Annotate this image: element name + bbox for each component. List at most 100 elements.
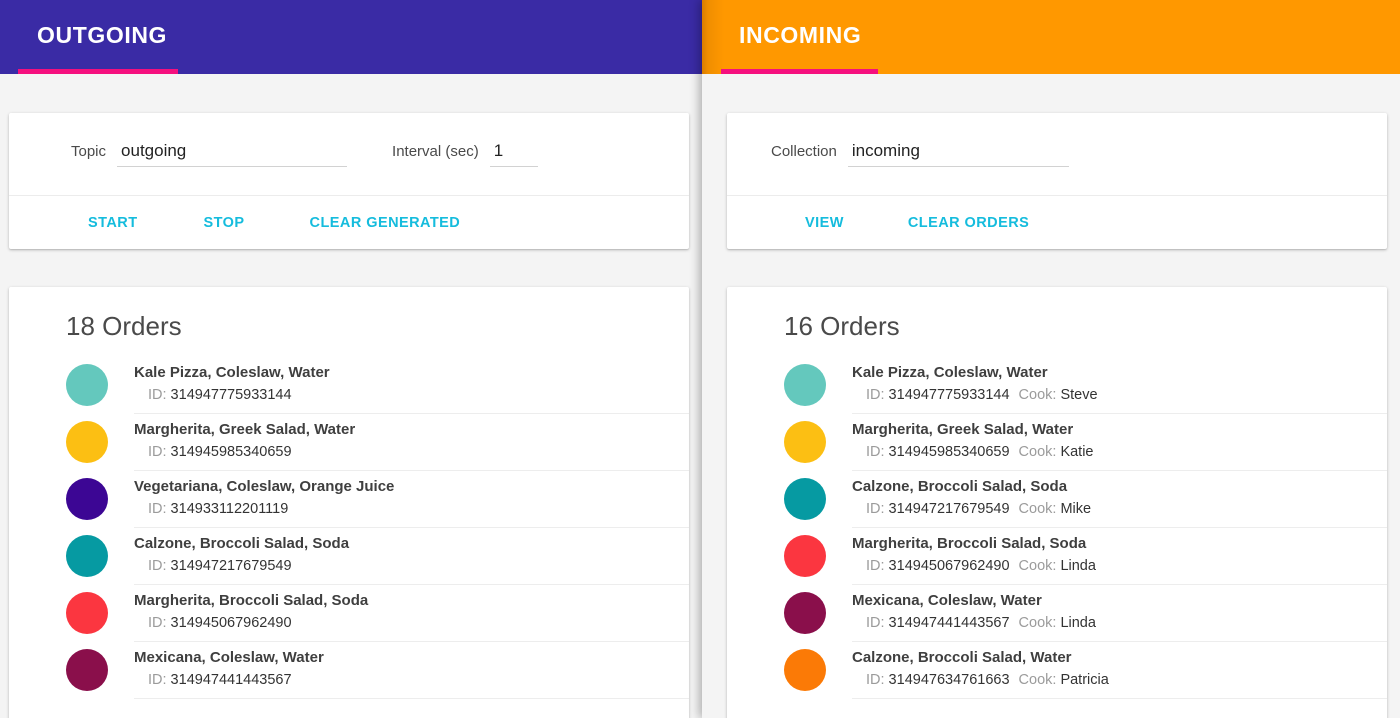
order-id-label: ID: xyxy=(148,501,167,518)
order-avatar-icon xyxy=(784,364,826,407)
order-meta: ID: 314947441443567 Cook: Linda xyxy=(852,614,1359,634)
incoming-config-card: Collection incoming VIEW CLEAR ORDERS xyxy=(727,113,1387,249)
order-text: Kale Pizza, Coleslaw, Water ID: 314947775… xyxy=(852,357,1387,414)
outgoing-config-card: Topic outgoing Interval (sec) 1 START ST… xyxy=(9,113,689,249)
incoming-toolbar: INCOMING xyxy=(702,0,1400,74)
order-row[interactable]: Vegetariana, Coleslaw, Orange Juice ID: 3… xyxy=(9,471,689,528)
view-button[interactable]: VIEW xyxy=(797,209,852,237)
order-id-value: 314947441443567 xyxy=(884,615,1010,632)
order-avatar-icon xyxy=(784,649,826,692)
collection-field: Collection incoming xyxy=(771,141,1069,167)
order-row[interactable]: Margherita, Broccoli Salad, Soda ID: 3149… xyxy=(9,585,689,642)
order-text: Margherita, Broccoli Salad, Soda ID: 3149… xyxy=(852,528,1387,585)
topic-input[interactable]: outgoing xyxy=(117,141,348,167)
order-avatar-icon xyxy=(784,592,826,635)
order-meta: ID: 314945067962490 Cook: Linda xyxy=(852,557,1359,577)
order-id-label: ID: xyxy=(866,444,885,461)
order-id-label: ID: xyxy=(148,615,167,632)
order-avatar-icon xyxy=(66,649,108,692)
order-row[interactable]: Margherita, Greek Salad, Water ID: 314945… xyxy=(9,414,689,471)
incoming-orders-list: Kale Pizza, Coleslaw, Water ID: 314947775… xyxy=(727,357,1387,699)
order-items: Vegetariana, Coleslaw, Orange Juice xyxy=(134,478,395,496)
order-avatar-icon xyxy=(784,421,826,464)
order-meta: ID: 314947634761663 Cook: Patricia xyxy=(852,671,1359,691)
collection-input[interactable]: incoming xyxy=(847,141,1069,167)
order-cook-label: Cook: xyxy=(1018,672,1057,689)
order-row[interactable]: Kale Pizza, Coleslaw, Water ID: 314947775… xyxy=(727,357,1387,414)
start-button[interactable]: START xyxy=(80,209,146,237)
order-items: Margherita, Greek Salad, Water xyxy=(134,421,356,439)
order-meta: ID: 314933112201119 xyxy=(134,500,655,520)
order-row[interactable]: Margherita, Broccoli Salad, Soda ID: 3149… xyxy=(727,528,1387,585)
order-meta: ID: 314947441443567 xyxy=(134,671,655,691)
outgoing-orders-list: Kale Pizza, Coleslaw, Water ID: 314947775… xyxy=(9,357,689,699)
incoming-title: INCOMING xyxy=(739,21,862,48)
clear-generated-button[interactable]: CLEAR GENERATED xyxy=(302,209,469,237)
order-items: Mexicana, Coleslaw, Water xyxy=(852,592,1042,610)
order-text: Calzone, Broccoli Salad, Soda ID: 3149472… xyxy=(134,528,689,585)
outgoing-orders-card: 18 Orders Kale Pizza, Coleslaw, Water ID:… xyxy=(9,287,689,718)
order-meta: ID: 314947775933144 Cook: Steve xyxy=(852,386,1359,406)
outgoing-tab-indicator xyxy=(18,69,178,74)
clear-orders-button[interactable]: CLEAR ORDERS xyxy=(900,209,1037,237)
order-id-value: 314947441443567 xyxy=(166,672,292,689)
outgoing-toolbar: OUTGOING xyxy=(0,0,702,74)
order-id-value: 314947217679549 xyxy=(166,558,292,575)
outgoing-orders-heading: 18 Orders xyxy=(66,311,182,341)
order-avatar-icon xyxy=(784,478,826,521)
incoming-orders-card: 16 Orders Kale Pizza, Coleslaw, Water ID:… xyxy=(727,287,1387,718)
order-cook-value: Linda xyxy=(1056,558,1096,575)
topic-field: Topic outgoing xyxy=(71,141,348,167)
order-row[interactable]: Calzone, Broccoli Salad, Soda ID: 3149472… xyxy=(727,471,1387,528)
order-cook-value: Mike xyxy=(1056,501,1092,518)
order-text: Mexicana, Coleslaw, Water ID: 31494744144… xyxy=(852,585,1387,642)
order-avatar-icon xyxy=(784,535,826,578)
outgoing-config-fields: Topic outgoing Interval (sec) 1 xyxy=(9,113,689,195)
order-items: Mexicana, Coleslaw, Water xyxy=(134,649,324,667)
order-id-label: ID: xyxy=(866,387,885,404)
collection-label: Collection xyxy=(771,143,837,161)
order-items: Margherita, Broccoli Salad, Soda xyxy=(852,535,1087,553)
incoming-orders-heading: 16 Orders xyxy=(784,311,900,341)
order-text: Kale Pizza, Coleslaw, Water ID: 314947775… xyxy=(134,357,689,414)
order-cook-value: Katie xyxy=(1056,444,1094,461)
order-row[interactable]: Mexicana, Coleslaw, Water ID: 31494744144… xyxy=(727,585,1387,642)
order-id-value: 314947634761663 xyxy=(884,672,1010,689)
order-id-value: 314945067962490 xyxy=(884,558,1010,575)
order-id-value: 314933112201119 xyxy=(166,501,289,518)
order-items: Calzone, Broccoli Salad, Soda xyxy=(852,478,1068,496)
order-cook-value: Patricia xyxy=(1056,672,1109,689)
order-text: Mexicana, Coleslaw, Water ID: 31494744144… xyxy=(134,642,689,699)
order-row[interactable]: Margherita, Greek Salad, Water ID: 314945… xyxy=(727,414,1387,471)
order-avatar-icon xyxy=(66,592,108,635)
outgoing-panel: OUTGOING Topic outgoing Interval (sec) 1… xyxy=(0,0,702,718)
topic-label: Topic xyxy=(71,143,107,161)
order-id-label: ID: xyxy=(148,387,167,404)
order-row[interactable]: Kale Pizza, Coleslaw, Water ID: 314947775… xyxy=(9,357,689,414)
order-row[interactable]: Calzone, Broccoli Salad, Water ID: 314947… xyxy=(727,642,1387,699)
order-text: Vegetariana, Coleslaw, Orange Juice ID: 3… xyxy=(134,471,689,528)
incoming-config-fields: Collection incoming xyxy=(727,113,1387,195)
order-row[interactable]: Calzone, Broccoli Salad, Soda ID: 3149472… xyxy=(9,528,689,585)
order-cook-label: Cook: xyxy=(1018,444,1057,461)
order-items: Margherita, Broccoli Salad, Soda xyxy=(134,592,369,610)
stop-button[interactable]: STOP xyxy=(196,209,253,237)
order-meta: ID: 314947217679549 Cook: Mike xyxy=(852,500,1359,520)
order-text: Calzone, Broccoli Salad, Soda ID: 3149472… xyxy=(852,471,1387,528)
order-avatar-icon xyxy=(66,535,108,578)
order-id-label: ID: xyxy=(148,558,167,575)
order-id-value: 314947217679549 xyxy=(884,501,1010,518)
order-cook-value: Steve xyxy=(1056,387,1098,404)
order-cook-label: Cook: xyxy=(1018,615,1057,632)
order-meta: ID: 314945985340659 Cook: Katie xyxy=(852,443,1359,463)
order-row[interactable]: Mexicana, Coleslaw, Water ID: 31494744144… xyxy=(9,642,689,699)
order-avatar-icon xyxy=(66,478,108,521)
order-meta: ID: 314945985340659 xyxy=(134,443,655,463)
interval-input[interactable]: 1 xyxy=(489,141,538,167)
order-id-label: ID: xyxy=(148,672,167,689)
interval-label: Interval (sec) xyxy=(392,143,479,161)
order-text: Margherita, Greek Salad, Water ID: 314945… xyxy=(852,414,1387,471)
order-id-value: 314947775933144 xyxy=(884,387,1010,404)
incoming-panel: INCOMING Collection incoming VIEW CLEAR … xyxy=(702,0,1400,718)
order-text: Margherita, Greek Salad, Water ID: 314945… xyxy=(134,414,689,471)
